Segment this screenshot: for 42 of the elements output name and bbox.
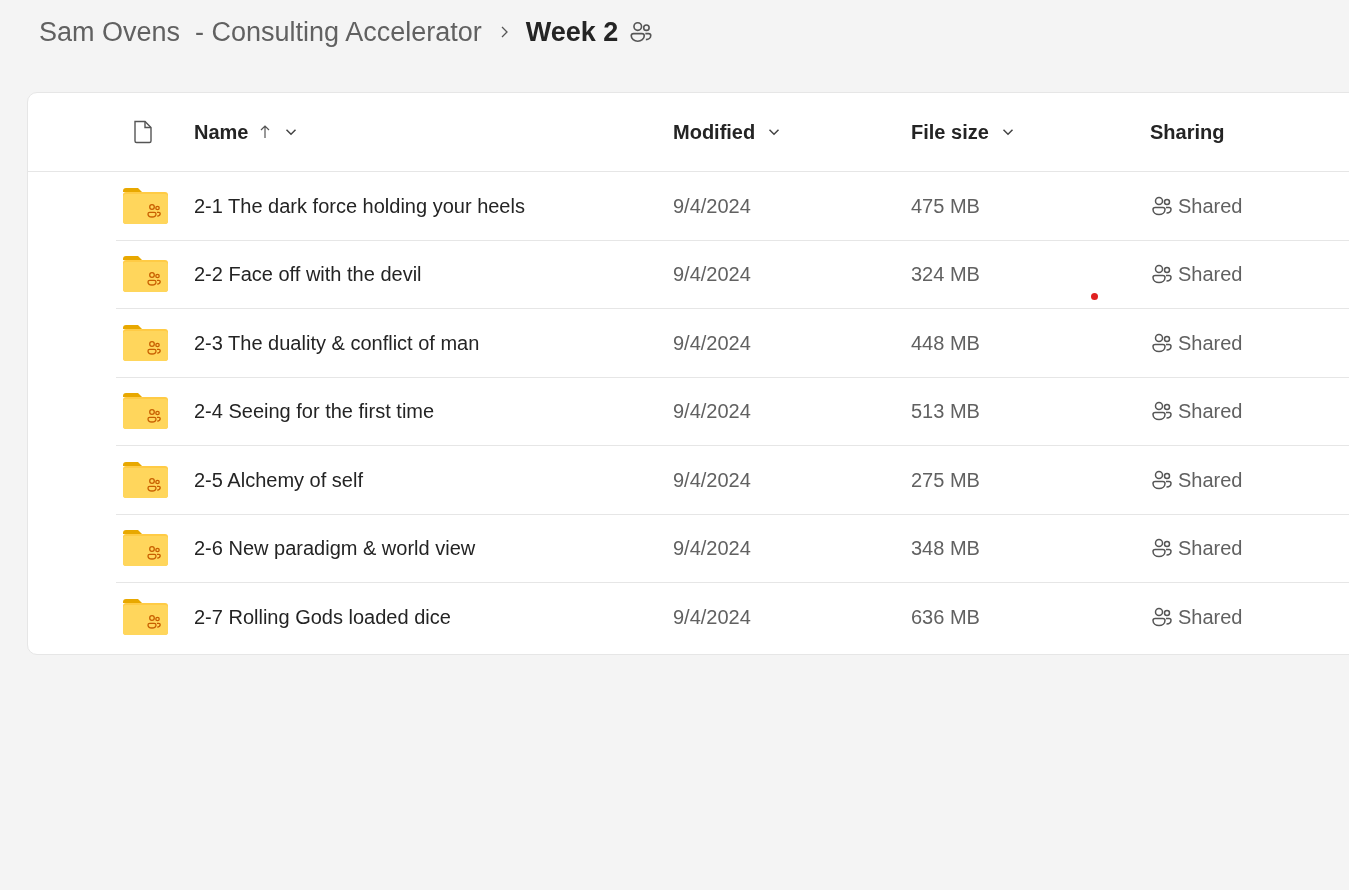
- shared-folder-icon: [123, 461, 168, 498]
- file-size: 324 MB: [911, 262, 981, 288]
- sharing-status[interactable]: Shared: [1178, 259, 1243, 290]
- sharing-status[interactable]: Shared: [1178, 602, 1243, 633]
- sharing-status[interactable]: Shared: [1178, 190, 1243, 221]
- shared-folder-icon: [123, 324, 168, 361]
- sharing-status[interactable]: Shared: [1178, 533, 1243, 564]
- column-header[interactable]: Name: [194, 117, 301, 147]
- modified-date: 9/4/2024: [673, 330, 752, 356]
- folder-name[interactable]: 2-5 Alchemy of self: [194, 464, 673, 495]
- modified-date: 9/4/2024: [673, 193, 752, 219]
- shared-folder-icon: [123, 187, 168, 224]
- sharing-status[interactable]: Shared: [1178, 327, 1243, 358]
- file-size: 636 MB: [911, 605, 981, 631]
- modified-date: 9/4/2024: [673, 605, 752, 631]
- file-size: 275 MB: [911, 467, 981, 493]
- column-header[interactable]: Modified: [673, 117, 784, 147]
- folder-name[interactable]: 2-6 New paradigm & world view: [194, 533, 673, 564]
- file-type-icon[interactable]: [131, 119, 155, 145]
- shared-folder-icon: [123, 599, 168, 636]
- folder-name[interactable]: 2-2 Face off with the devil: [194, 259, 673, 290]
- sharing-status[interactable]: Shared: [1178, 464, 1243, 495]
- sharing-status[interactable]: Shared: [1178, 396, 1243, 427]
- column-header[interactable]: Sharing: [1150, 117, 1225, 147]
- modified-date: 9/4/2024: [673, 262, 752, 288]
- file-size: 348 MB: [911, 536, 981, 562]
- column-header[interactable]: File size: [911, 117, 1017, 147]
- shared-folder-icon: [123, 393, 168, 430]
- modified-date: 9/4/2024: [673, 399, 752, 425]
- breadcrumb-item[interactable]: Sam Ovens - Consulting Accelerator: [39, 11, 482, 53]
- folder-name[interactable]: 2-3 The duality & conflict of man: [194, 327, 673, 358]
- shared-folder-icon: [123, 256, 168, 293]
- folder-name[interactable]: 2-7 Rolling Gods loaded dice: [194, 602, 673, 633]
- modified-date: 9/4/2024: [673, 467, 752, 493]
- folder-name[interactable]: 2-1 The dark force holding your heels: [194, 190, 673, 221]
- breadcrumb-item[interactable]: Week 2: [525, 11, 619, 53]
- file-size: 475 MB: [911, 193, 981, 219]
- shared-folder-icon: [123, 530, 168, 567]
- file-size: 513 MB: [911, 399, 981, 425]
- file-size: 448 MB: [911, 330, 981, 356]
- folder-name[interactable]: 2-4 Seeing for the first time: [194, 396, 673, 427]
- modified-date: 9/4/2024: [673, 536, 752, 562]
